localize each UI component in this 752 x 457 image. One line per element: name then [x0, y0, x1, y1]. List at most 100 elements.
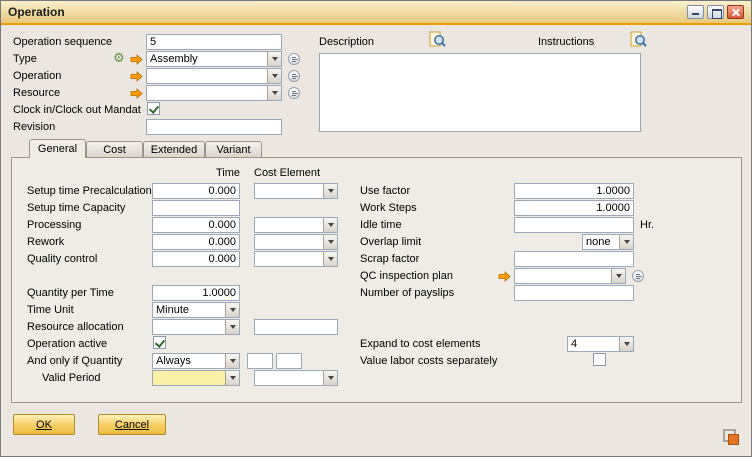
dropdown-arrow-icon[interactable] [267, 52, 281, 66]
operation-sequence-input[interactable] [146, 34, 282, 50]
type-combo[interactable]: Assembly [146, 51, 282, 67]
dropdown-arrow-icon[interactable] [267, 69, 281, 83]
link-arrow-icon[interactable] [498, 271, 511, 282]
expand-cost-elements-value: 4 [568, 337, 619, 351]
scrap-factor-label: Scrap factor [360, 253, 419, 266]
dropdown-arrow-icon[interactable] [323, 184, 337, 198]
dropdown-arrow-icon[interactable] [225, 371, 239, 385]
revision-input[interactable] [146, 119, 282, 135]
window-controls [687, 5, 744, 19]
dropdown-arrow-icon[interactable] [323, 252, 337, 266]
time-unit-combo[interactable]: Minute [152, 302, 240, 318]
resize-grip[interactable] [722, 428, 739, 445]
overlap-limit-combo[interactable]: none [582, 234, 634, 250]
valid-period-to-combo[interactable] [254, 370, 338, 386]
preview-magnifier-icon[interactable] [630, 31, 647, 48]
dropdown-arrow-icon[interactable] [323, 218, 337, 232]
and-only-if-quantity-combo[interactable]: Always [152, 353, 240, 369]
resource-allocation-combo[interactable] [152, 319, 240, 335]
dropdown-arrow-icon[interactable] [619, 337, 633, 351]
setup-capacity-time-input[interactable] [152, 200, 240, 216]
valid-period-label: Valid Period [42, 372, 101, 385]
processing-cost-value [255, 218, 323, 232]
tab-cost[interactable]: Cost [86, 141, 143, 158]
list-detail-icon[interactable] [288, 87, 300, 99]
overlap-limit-label: Overlap limit [360, 236, 421, 249]
qc-inspection-plan-label: QC inspection plan [360, 270, 453, 283]
rework-cost-combo[interactable] [254, 234, 338, 250]
scrap-factor-input[interactable] [514, 251, 634, 267]
quantity-from-input[interactable] [247, 353, 273, 369]
use-factor-input[interactable] [514, 183, 634, 199]
valid-period-combo[interactable] [152, 370, 240, 386]
time-unit-value: Minute [153, 303, 225, 317]
setup-precalc-cost-combo[interactable] [254, 183, 338, 199]
expand-cost-elements-combo[interactable]: 4 [567, 336, 634, 352]
dropdown-arrow-icon[interactable] [323, 235, 337, 249]
list-detail-icon[interactable] [288, 70, 300, 82]
expand-cost-elements-label: Expand to cost elements [360, 338, 480, 351]
number-of-payslips-input[interactable] [514, 285, 634, 301]
qc-inspection-plan-combo[interactable] [514, 268, 626, 284]
use-factor-label: Use factor [360, 185, 410, 198]
resource-combo-value [147, 86, 267, 100]
setup-precalc-time-input[interactable] [152, 183, 240, 199]
tab-extended[interactable]: Extended [143, 141, 205, 158]
time-unit-label: Time Unit [27, 304, 74, 317]
operation-window: Operation Operation sequence Type ⚙ Asse… [0, 0, 752, 457]
gear-icon[interactable]: ⚙ [113, 51, 125, 64]
window-title: Operation [8, 5, 65, 19]
description-textarea[interactable] [319, 53, 641, 132]
quality-control-cost-combo[interactable] [254, 251, 338, 267]
titlebar: Operation [1, 1, 751, 25]
link-arrow-icon[interactable] [130, 71, 143, 82]
link-arrow-icon[interactable] [130, 54, 143, 65]
dropdown-arrow-icon[interactable] [225, 303, 239, 317]
quantity-per-time-input[interactable] [152, 285, 240, 301]
resource-allocation-label: Resource allocation [27, 321, 124, 334]
minimize-button[interactable] [687, 5, 704, 19]
operation-combo[interactable] [146, 68, 282, 84]
setup-capacity-label: Setup time Capacity [27, 202, 125, 215]
rework-time-input[interactable] [152, 234, 240, 250]
processing-cost-combo[interactable] [254, 217, 338, 233]
processing-time-input[interactable] [152, 217, 240, 233]
description-label: Description [319, 36, 374, 49]
link-arrow-icon[interactable] [130, 88, 143, 99]
idle-time-input[interactable] [514, 217, 634, 233]
clock-mandatory-label: Clock in/Clock out Mandat [13, 104, 141, 117]
dropdown-arrow-icon[interactable] [611, 269, 625, 283]
and-only-if-quantity-label: And only if Quantity [27, 355, 122, 368]
close-button[interactable] [727, 5, 744, 19]
cancel-button[interactable]: Cancel [98, 414, 166, 435]
tab-variant[interactable]: Variant [205, 141, 262, 158]
dropdown-arrow-icon[interactable] [323, 371, 337, 385]
idle-time-label: Idle time [360, 219, 402, 232]
tab-general[interactable]: General [29, 139, 86, 158]
setup-precalc-label: Setup time Precalculation [27, 185, 152, 198]
work-steps-input[interactable] [514, 200, 634, 216]
overlap-limit-value: none [583, 235, 619, 249]
quality-control-cost-value [255, 252, 323, 266]
cancel-button-label: Cancel [115, 419, 149, 431]
resource-combo[interactable] [146, 85, 282, 101]
clock-mandatory-checkbox[interactable] [147, 102, 160, 115]
preview-magnifier-icon[interactable] [429, 31, 446, 48]
ok-button[interactable]: OK [13, 414, 75, 435]
work-steps-label: Work Steps [360, 202, 417, 215]
resource-label: Resource [13, 87, 60, 100]
value-labor-costs-checkbox[interactable] [593, 353, 606, 366]
dropdown-arrow-icon[interactable] [225, 320, 239, 334]
operation-active-checkbox[interactable] [153, 336, 166, 349]
dropdown-arrow-icon[interactable] [619, 235, 633, 249]
dropdown-arrow-icon[interactable] [267, 86, 281, 100]
resource-allocation-extra-input[interactable] [254, 319, 338, 335]
list-detail-icon[interactable] [288, 53, 300, 65]
list-detail-icon[interactable] [632, 270, 644, 282]
maximize-button[interactable] [707, 5, 724, 19]
quality-control-time-input[interactable] [152, 251, 240, 267]
dropdown-arrow-icon[interactable] [225, 354, 239, 368]
quality-control-label: Quality control [27, 253, 97, 266]
column-header-time: Time [152, 167, 240, 179]
quantity-to-input[interactable] [276, 353, 302, 369]
